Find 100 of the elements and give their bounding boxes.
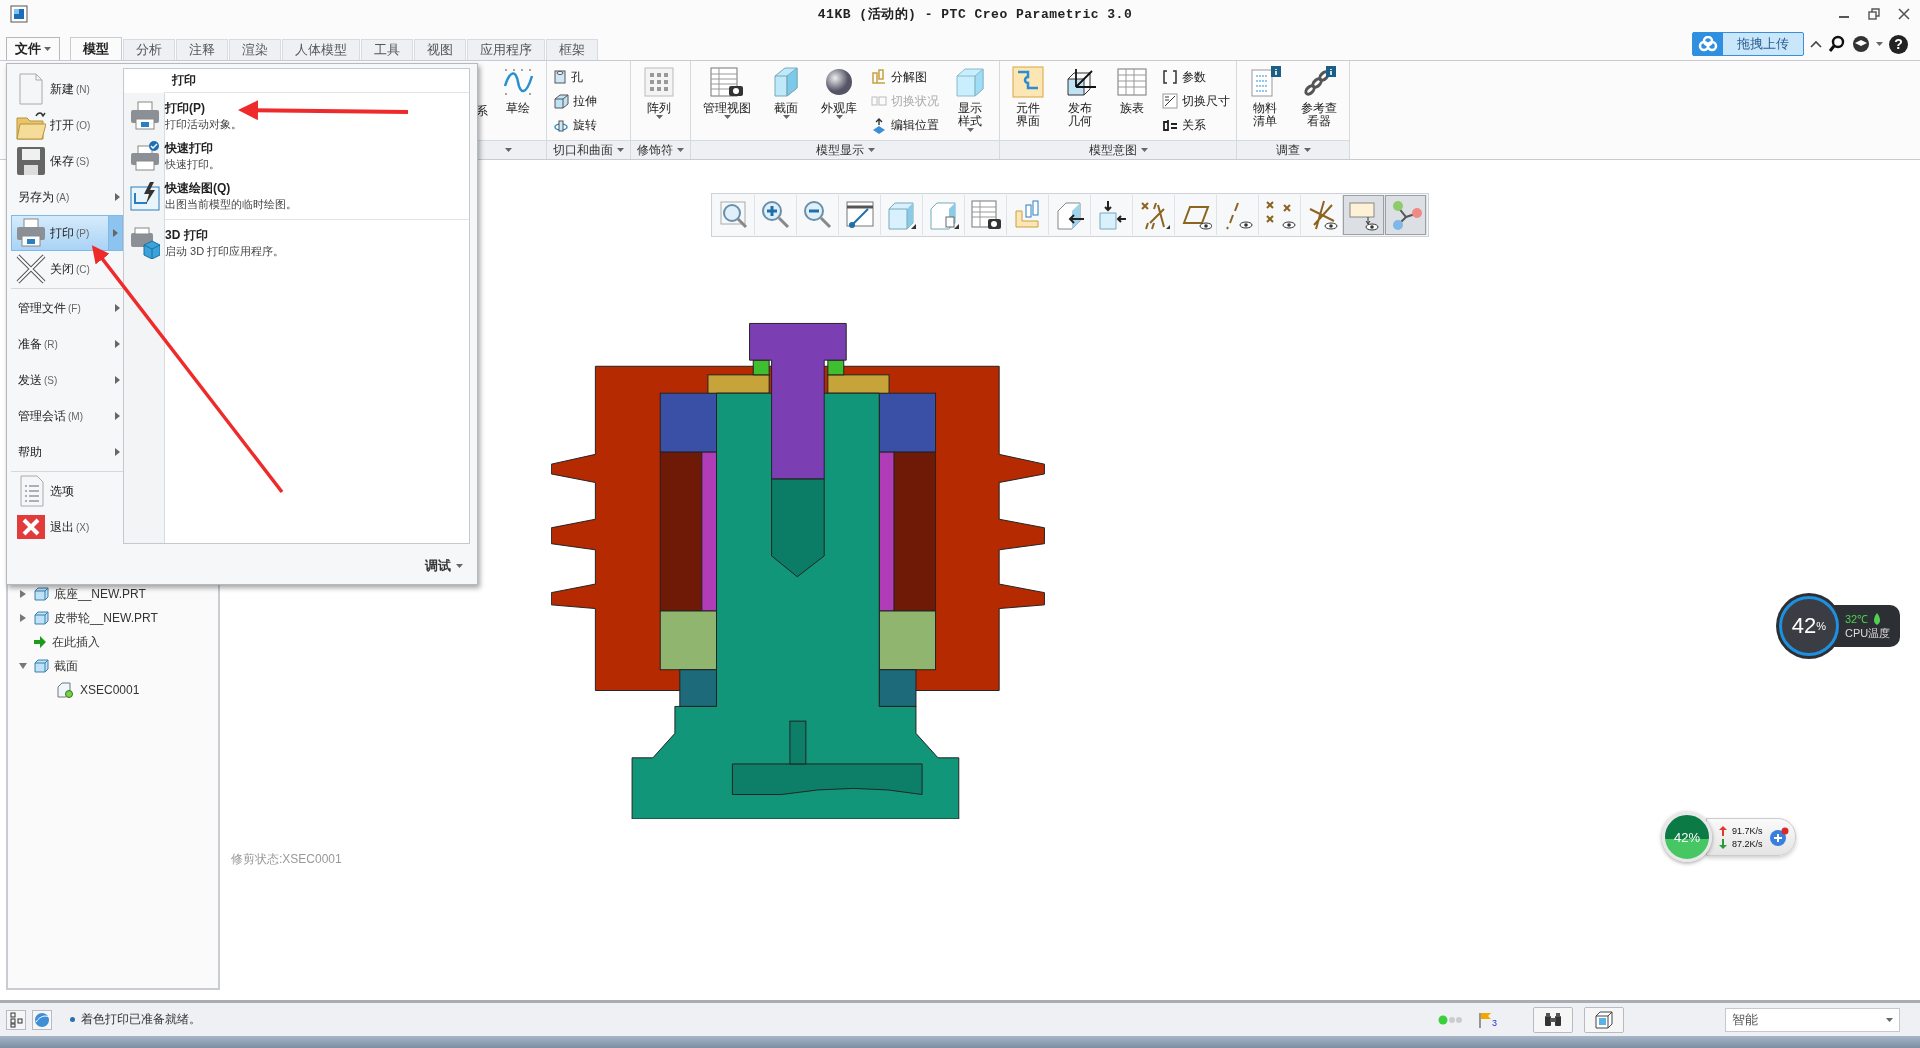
- submenu-item[interactable]: 快速绘图(Q) 出图当前模型的临时绘图。: [124, 176, 469, 216]
- sphere-icon: [824, 67, 854, 97]
- menu-item[interactable]: 发送 (S): [11, 362, 123, 398]
- ribbon-tab[interactable]: 应用程序: [467, 39, 545, 60]
- ribbon-tab[interactable]: 注释: [176, 39, 228, 60]
- caret-icon: [1140, 148, 1148, 152]
- menu-item[interactable]: 准备 (R): [11, 326, 123, 362]
- tree-item[interactable]: 底座__NEW.PRT: [8, 582, 218, 606]
- cube-icon: [1594, 1009, 1614, 1030]
- help-button[interactable]: ?: [1889, 34, 1908, 54]
- menu-item[interactable]: 退出 (X): [11, 509, 123, 545]
- gauge-icon: [843, 199, 876, 231]
- ribbon-tab[interactable]: 模型: [70, 37, 122, 60]
- tree-item[interactable]: 在此插入: [8, 630, 218, 654]
- selection-button[interactable]: [1584, 1006, 1624, 1033]
- ribbon-command[interactable]: 关系: [1162, 117, 1230, 135]
- tree-view-button[interactable]: [6, 1009, 26, 1030]
- caret-icon: [44, 47, 51, 51]
- submenu-arrow-icon: [114, 412, 120, 420]
- caret-icon: [1886, 1017, 1893, 1022]
- app-window-icon: [10, 5, 28, 23]
- filter-dropdown[interactable]: 智能: [1725, 1007, 1900, 1032]
- ribbon-command[interactable]: 参数: [1162, 68, 1230, 86]
- ribbon-button[interactable]: 截面: [765, 63, 807, 140]
- down-arrow-icon: [1719, 838, 1727, 849]
- upload-speed: 91.7K/s: [1732, 825, 1763, 836]
- submenu-item[interactable]: 3D 打印 启动 3D 打印应用程序。: [124, 223, 469, 263]
- menu-item[interactable]: 打印 (P): [11, 215, 123, 251]
- debug-menu-button[interactable]: 调试: [425, 557, 451, 575]
- tree-item-label: 底座__NEW.PRT: [54, 585, 146, 603]
- printer-icon: [16, 218, 46, 248]
- find-button[interactable]: [1533, 1006, 1573, 1033]
- ribbon-button[interactable]: 显示样式: [947, 63, 993, 140]
- ribbon-tab[interactable]: 人体模型: [282, 39, 360, 60]
- dimension-icon: [1162, 93, 1178, 110]
- collapsed-arrow-icon[interactable]: [19, 590, 27, 598]
- search-icon[interactable]: [1828, 35, 1846, 53]
- submenu-arrow-icon: [114, 448, 120, 456]
- ribbon-button[interactable]: 管理视图: [697, 63, 757, 140]
- menu-item[interactable]: 帮助: [11, 434, 123, 470]
- ribbon-tab[interactable]: 框架: [546, 39, 598, 60]
- expanded-arrow-icon[interactable]: [19, 662, 27, 670]
- restore-icon[interactable]: [1868, 8, 1880, 20]
- ribbon-command[interactable]: 旋转: [553, 117, 597, 135]
- group-label: 模型意图: [1088, 141, 1137, 159]
- menu-item[interactable]: 关闭 (C): [11, 251, 123, 287]
- cross-icon: [16, 254, 46, 284]
- ribbon-button[interactable]: 草绘: [496, 63, 540, 140]
- collapsed-arrow-icon[interactable]: [19, 614, 27, 622]
- plus-icon[interactable]: [1768, 827, 1789, 847]
- tree-structure-icon: [8, 1011, 24, 1028]
- table-camera-icon: [969, 199, 1002, 231]
- menu-item[interactable]: 选项: [11, 473, 123, 509]
- brackets-icon: [1162, 69, 1178, 86]
- ribbon-button[interactable]: 阵列: [637, 63, 681, 140]
- close-icon[interactable]: [1898, 8, 1910, 20]
- menu-item[interactable]: 保存 (S): [11, 143, 123, 179]
- caret-icon: [1876, 42, 1883, 46]
- ribbon-command[interactable]: 孔: [553, 68, 597, 86]
- ribbon-button[interactable]: 族表: [1110, 63, 1154, 140]
- graduation-cap-icon[interactable]: [1852, 35, 1870, 53]
- ribbon-tab[interactable]: 分析: [123, 39, 175, 60]
- menu-item[interactable]: 另存为 (A): [11, 179, 123, 215]
- menu-item[interactable]: 管理文件 (F): [11, 290, 123, 326]
- group-label: 切口和曲面: [553, 141, 613, 159]
- upload-button[interactable]: 拖拽上传: [1692, 32, 1804, 56]
- up-arrow-icon: [1719, 825, 1727, 836]
- submenu-item[interactable]: 快速打印 快速打印。: [124, 136, 469, 176]
- grid-icon: [643, 66, 675, 98]
- ribbon-command[interactable]: 编辑位置: [871, 117, 939, 135]
- ribbon-tab[interactable]: 视图: [414, 39, 466, 60]
- part-icon: [33, 659, 49, 673]
- ribbon-command[interactable]: 切换尺寸: [1162, 93, 1230, 110]
- collapse-icon[interactable]: [1810, 39, 1822, 49]
- menu-item[interactable]: 新建 (N): [11, 71, 123, 107]
- list-icon: [17, 475, 45, 507]
- tree-item[interactable]: XSEC0001: [32, 678, 218, 702]
- document-icon: [17, 73, 45, 105]
- ribbon-command[interactable]: 拉伸: [553, 93, 597, 110]
- bullet-icon: [70, 1017, 75, 1022]
- tree-item-label: 截面: [54, 657, 78, 675]
- caret-icon: [1303, 148, 1311, 152]
- printer-icon: [129, 101, 160, 131]
- tree-item[interactable]: 截面: [8, 654, 218, 678]
- ribbon-command[interactable]: 分解图: [871, 68, 939, 86]
- window-title: 41KB (活动的) - PTC Creo Parametric 3.0: [817, 6, 1133, 23]
- file-menu-button[interactable]: 文件: [6, 37, 60, 60]
- tree-item[interactable]: 皮带轮__NEW.PRT: [8, 606, 218, 630]
- ribbon-tab[interactable]: 渲染: [229, 39, 281, 60]
- slab-icon: [771, 66, 801, 98]
- menu-item[interactable]: 管理会话 (M): [11, 398, 123, 434]
- ribbon-button[interactable]: 外观库: [815, 63, 863, 140]
- ribbon-tab[interactable]: 工具: [361, 39, 413, 60]
- ribbon-button[interactable]: 参考查看器: [1295, 63, 1343, 140]
- submenu-item[interactable]: 打印(P) 打印活动对象。: [124, 96, 469, 136]
- ribbon-button[interactable]: 元件界面: [1006, 63, 1050, 140]
- menu-item[interactable]: 打开 (O): [11, 107, 123, 143]
- browser-button[interactable]: [32, 1009, 52, 1030]
- ribbon-button[interactable]: 物料清单: [1243, 63, 1287, 140]
- ribbon-button[interactable]: 发布几何: [1058, 63, 1102, 140]
